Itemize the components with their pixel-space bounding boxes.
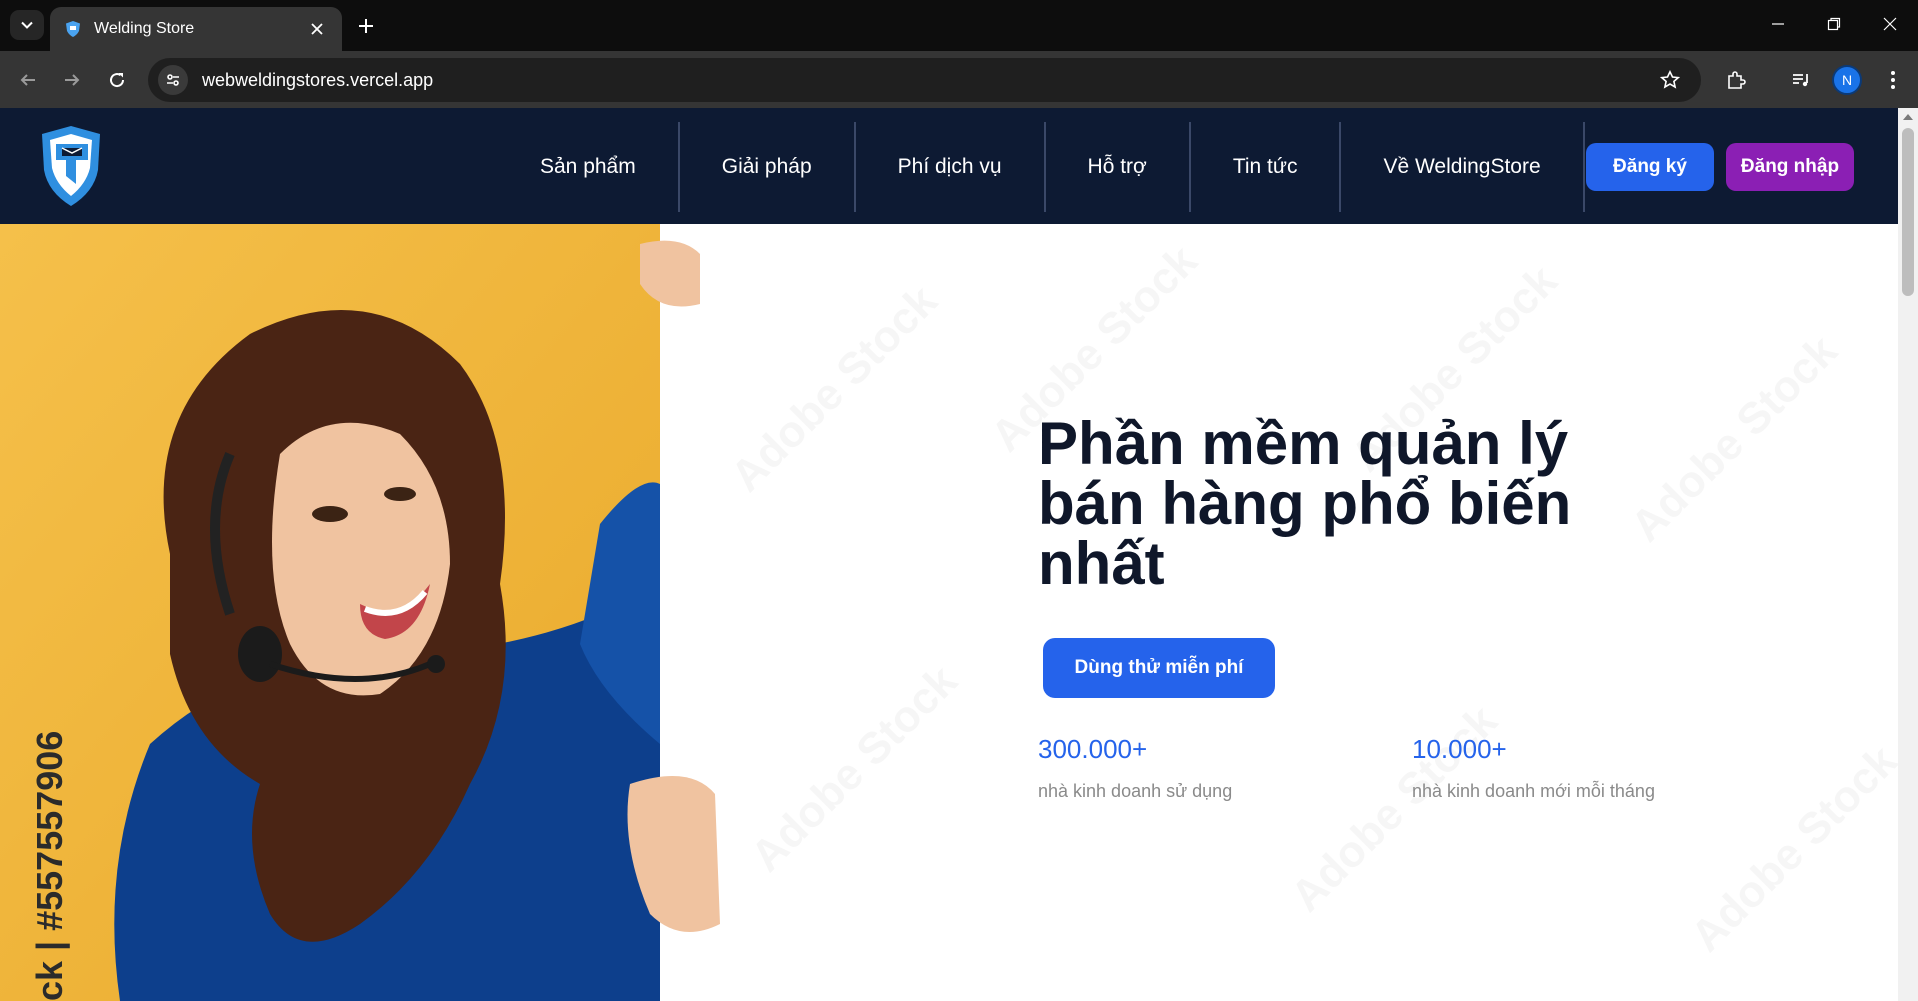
stat-value: 300.000+ bbox=[1038, 734, 1148, 764]
nav-item-news[interactable]: Tin tức bbox=[1191, 122, 1342, 212]
media-controls-button[interactable] bbox=[1785, 64, 1817, 96]
plus-icon bbox=[359, 19, 373, 33]
close-window-button[interactable] bbox=[1862, 0, 1918, 48]
more-vertical-icon bbox=[1891, 71, 1895, 89]
web-page: Sản phẩm Giải pháp Phí dịch vụ Hỗ trợ Ti… bbox=[0, 108, 1898, 1001]
url-text: webweldingstores.vercel.app bbox=[202, 69, 434, 90]
browser-tab[interactable]: Welding Store bbox=[50, 7, 342, 51]
browser-menu-button[interactable] bbox=[1877, 64, 1909, 96]
site-info-button[interactable] bbox=[158, 65, 188, 95]
hero-section: Adobe Stock Adobe Stock Adobe Stock Adob… bbox=[0, 224, 1898, 1001]
hero-title: Phần mềm quản lý bán hàng phổ biến nhất bbox=[1038, 410, 1572, 597]
restore-icon bbox=[1827, 17, 1841, 31]
free-trial-button[interactable]: Dùng thử miễn phí bbox=[1043, 638, 1275, 698]
profile-avatar[interactable]: N bbox=[1832, 65, 1862, 95]
shield-logo[interactable] bbox=[38, 126, 104, 206]
register-button[interactable]: Đăng ký bbox=[1586, 143, 1714, 191]
forward-button[interactable] bbox=[57, 65, 87, 95]
page-scrollbar[interactable] bbox=[1898, 108, 1918, 1001]
stat-label: nhà kinh doanh sử dụng bbox=[1038, 781, 1233, 801]
arrow-left-icon bbox=[20, 74, 35, 86]
scroll-thumb[interactable] bbox=[1902, 128, 1914, 296]
nav-item-about[interactable]: Về WeldingStore bbox=[1341, 122, 1585, 212]
browser-toolbar: webweldingstores.vercel.app N bbox=[0, 51, 1918, 108]
bookmark-button[interactable] bbox=[1653, 63, 1687, 97]
close-tab-icon[interactable] bbox=[306, 18, 328, 40]
tune-icon bbox=[167, 74, 179, 86]
nav-item-solutions[interactable]: Giải pháp bbox=[680, 122, 856, 212]
minimize-button[interactable] bbox=[1750, 0, 1806, 48]
reload-button[interactable] bbox=[102, 65, 132, 95]
chevron-down-icon bbox=[21, 21, 33, 29]
new-tab-button[interactable] bbox=[352, 12, 380, 40]
stat-block: 10.000+ nhà kinh doanh mới mỗi tháng bbox=[1412, 734, 1655, 802]
tab-title: Welding Store bbox=[94, 20, 195, 37]
playlist-icon bbox=[1793, 74, 1808, 87]
nav-item-products[interactable]: Sản phẩm bbox=[498, 122, 680, 212]
reload-icon bbox=[110, 73, 125, 88]
watermark-text: Adobe Stock bbox=[721, 276, 947, 502]
main-nav: Sản phẩm Giải pháp Phí dịch vụ Hỗ trợ Ti… bbox=[498, 122, 1585, 212]
close-icon bbox=[1883, 17, 1897, 31]
nav-item-support[interactable]: Hỗ trợ bbox=[1046, 122, 1191, 212]
tab-search-button[interactable] bbox=[10, 10, 44, 40]
back-button[interactable] bbox=[13, 65, 43, 95]
stat-value: 10.000+ bbox=[1412, 734, 1507, 764]
shield-favicon-icon bbox=[66, 21, 80, 37]
scroll-up-arrow-icon[interactable] bbox=[1903, 114, 1913, 120]
star-icon bbox=[1660, 70, 1680, 89]
watermark-text: Adobe Stock bbox=[1681, 736, 1898, 962]
extensions-button[interactable] bbox=[1720, 64, 1752, 96]
puzzle-icon bbox=[1728, 71, 1746, 89]
arrow-right-icon bbox=[65, 74, 80, 86]
login-button[interactable]: Đăng nhập bbox=[1726, 143, 1854, 191]
hero-photo: ck | #557557906 bbox=[0, 224, 720, 1001]
watermark-text: Adobe Stock bbox=[741, 656, 967, 882]
stock-id-text: ck | #557557906 bbox=[29, 731, 71, 1001]
address-bar[interactable]: webweldingstores.vercel.app bbox=[148, 58, 1701, 102]
stat-label: nhà kinh doanh mới mỗi tháng bbox=[1412, 781, 1655, 801]
watermark-text: Adobe Stock bbox=[1281, 696, 1507, 922]
site-header: Sản phẩm Giải pháp Phí dịch vụ Hỗ trợ Ti… bbox=[0, 108, 1898, 224]
nav-item-fees[interactable]: Phí dịch vụ bbox=[856, 122, 1046, 212]
stat-block: 300.000+ nhà kinh doanh sử dụng bbox=[1038, 734, 1232, 802]
minimize-icon bbox=[1772, 23, 1784, 25]
tab-strip: Welding Store bbox=[0, 0, 1918, 51]
restore-button[interactable] bbox=[1806, 0, 1862, 48]
